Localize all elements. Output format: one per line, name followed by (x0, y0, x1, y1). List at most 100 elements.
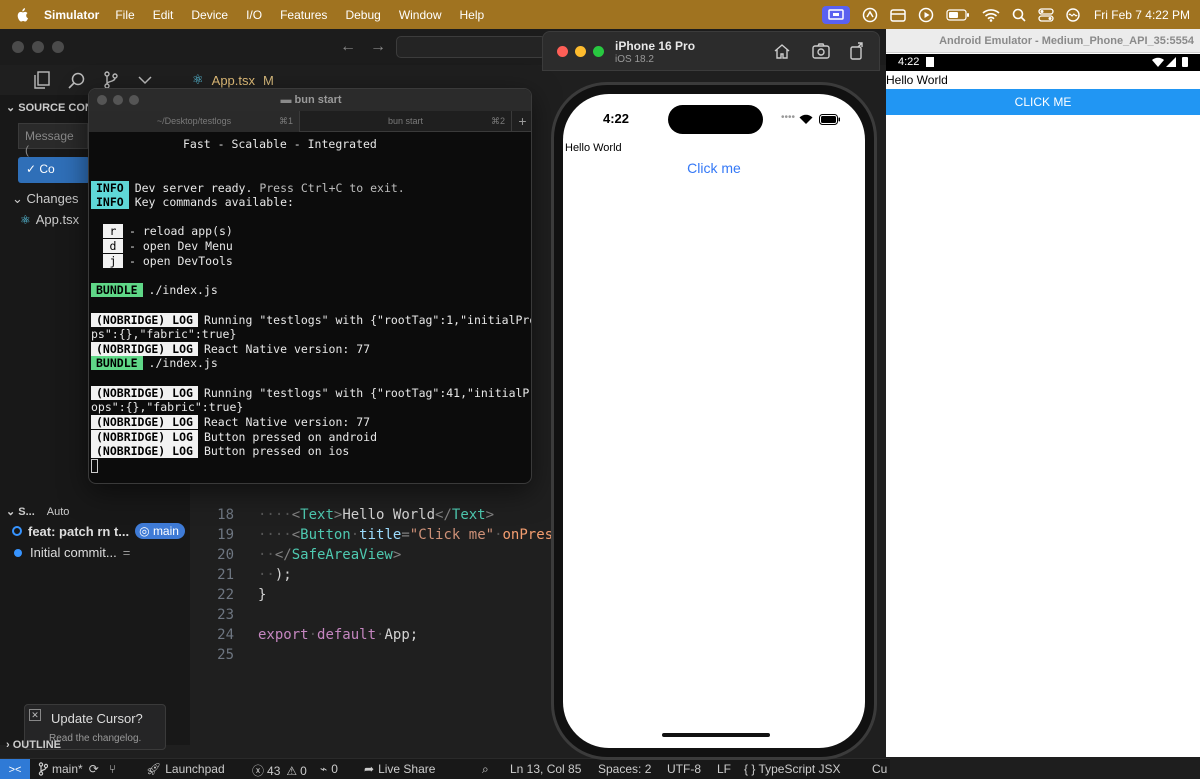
close-window-button[interactable] (557, 46, 568, 57)
commit-row[interactable]: feat: patch rn t... ◎ main (12, 523, 185, 539)
macos-menu-bar: Simulator File Edit Device I/O Features … (0, 0, 1200, 29)
explorer-icon[interactable] (34, 71, 50, 89)
status-problems[interactable]: ⓧ 43 ⚠ 0 (252, 762, 307, 779)
status-extra[interactable]: Cu (872, 762, 887, 776)
zoom-window-button[interactable] (52, 41, 64, 53)
activity-icon[interactable] (862, 7, 878, 23)
status-language-mode[interactable]: { } TypeScript JSX (744, 762, 841, 776)
outline-header[interactable]: › OUTLINE (6, 739, 61, 751)
navigation-arrows: ← → (340, 38, 400, 56)
source-control-graph-header[interactable]: ⌄ S... Auto (6, 505, 69, 518)
commit-message-input[interactable]: Message ( (18, 123, 88, 157)
source-control-icon[interactable] (103, 71, 119, 89)
apple-icon[interactable] (14, 7, 30, 22)
menu-app-simulator[interactable]: Simulator (44, 8, 99, 22)
changed-file-label: App.tsx (35, 212, 80, 227)
close-icon[interactable]: ✕ (29, 709, 41, 721)
menu-window[interactable]: Window (399, 8, 442, 22)
wifi-icon (799, 114, 813, 124)
status-live-share[interactable]: ➦ Live Share (364, 762, 435, 776)
terminal-titlebar: ▬ bun start (89, 89, 531, 111)
graph-auto-toggle[interactable]: Auto (47, 506, 70, 518)
chevron-down-icon: ⌄ (6, 102, 19, 114)
status-encoding[interactable]: UTF-8 (667, 762, 701, 776)
minimize-window-button[interactable] (113, 95, 123, 105)
wifi-icon[interactable] (982, 8, 1000, 22)
log-line: j- open DevTools (91, 254, 233, 268)
zoom-window-button[interactable] (593, 46, 604, 57)
terminal-tab[interactable]: ~/Desktop/testlogs ⌘1 (89, 111, 299, 132)
source-control-header[interactable]: ⌄ SOURCE CON (6, 101, 93, 114)
status-launchpad[interactable]: 🚀︎ Launchpad (146, 762, 225, 776)
log-line: BUNDLE ./index.js (91, 356, 218, 370)
status-eol[interactable]: LF (717, 762, 731, 776)
hello-world-text: Hello World (886, 73, 948, 87)
chevron-down-icon: ⌄ (12, 191, 27, 206)
close-window-button[interactable] (97, 95, 107, 105)
close-window-button[interactable] (12, 41, 24, 53)
forward-arrow-icon[interactable]: → (370, 38, 386, 55)
terminal-window[interactable]: ▬ bun start ~/Desktop/testlogs ⌘1 bun sta… (88, 88, 532, 484)
minimize-window-button[interactable] (32, 41, 44, 53)
commit-message: Initial commit... (30, 545, 117, 560)
code-line: 21 ··); (217, 567, 292, 583)
minimize-window-button[interactable] (575, 46, 586, 57)
warning-icon: ⚠ (286, 763, 298, 778)
battery-icon[interactable] (946, 8, 970, 21)
status-cursor-position[interactable]: Ln 13, Col 85 (510, 762, 581, 776)
sync-icon[interactable]: ⟳ (89, 762, 99, 776)
commit-button[interactable]: ✓ Co (18, 157, 90, 183)
iphone-screen[interactable]: 4:22 •••• Hello World Click me (563, 94, 865, 748)
code-line: 23 (217, 607, 234, 623)
menu-help[interactable]: Help (460, 8, 485, 22)
notification-icon (926, 57, 934, 67)
status-branch[interactable]: main* ⟳ ⑂ (38, 762, 116, 776)
menu-file[interactable]: File (115, 8, 134, 22)
log-line: ps":{},"fabric":true} (91, 327, 237, 341)
menubar-clock[interactable]: Fri Feb 7 4:22 PM (1094, 8, 1190, 22)
menu-device[interactable]: Device (191, 8, 228, 22)
home-indicator[interactable] (662, 733, 770, 737)
notification-title: Update Cursor? (51, 711, 143, 726)
screenshot-icon[interactable] (811, 42, 831, 60)
click-me-button[interactable]: CLICK ME (886, 89, 1200, 115)
play-icon[interactable] (918, 7, 934, 23)
code-line: 18 ···· < Text > Hello World </Text > (217, 507, 495, 523)
control-center-icon[interactable] (1038, 7, 1054, 22)
dynamic-island (668, 105, 763, 134)
screen-sharing-icon[interactable] (821, 5, 850, 24)
menu-io[interactable]: I/O (246, 8, 262, 22)
terminal-output[interactable]: Fast - Scalable - Integrated INFO Dev ser… (89, 133, 531, 483)
terminal-cursor (91, 459, 98, 473)
menu-features[interactable]: Features (280, 8, 327, 22)
search-icon[interactable] (68, 72, 85, 89)
status-bar: >< main* ⟳ ⑂ 🚀︎ Launchpad ⓧ 43 ⚠ 0 ⌁ 0 ➦ Live… (0, 758, 890, 779)
changed-file-item[interactable]: ⚛ App.tsx (20, 212, 79, 227)
rotate-icon[interactable] (849, 42, 865, 60)
new-tab-button[interactable]: + (511, 111, 531, 132)
back-arrow-icon[interactable]: ← (340, 38, 356, 55)
zoom-window-button[interactable] (129, 95, 139, 105)
terminal-tab[interactable]: bun start ⌘2 (299, 111, 511, 132)
home-icon[interactable] (773, 42, 791, 60)
siri-icon[interactable] (1066, 7, 1080, 22)
click-me-button[interactable]: Click me (563, 160, 865, 176)
status-indentation[interactable]: Spaces: 2 (598, 762, 651, 776)
commit-row[interactable]: Initial commit... = (12, 545, 130, 560)
changes-group[interactable]: ⌄ Changes (12, 191, 79, 207)
menu-debug[interactable]: Debug (345, 8, 380, 22)
chevron-down-icon[interactable] (137, 75, 153, 85)
git-graph-icon[interactable]: ⑂ (109, 762, 116, 776)
log-line: (NOBRIDGE) LOG Button pressed on ios (91, 444, 349, 458)
remote-indicator-icon[interactable]: >< (0, 759, 30, 779)
status-ports[interactable]: ⌁ 0 (320, 762, 338, 776)
zoom-icon[interactable]: ⌕ (482, 762, 489, 777)
commit-node-icon (14, 548, 22, 557)
spotlight-search-icon[interactable] (1012, 8, 1026, 22)
changelog-link[interactable]: Read the changelog. (49, 733, 141, 744)
command-center-search[interactable] (396, 36, 546, 58)
menu-edit[interactable]: Edit (153, 8, 174, 22)
react-file-icon: ⚛ (20, 212, 31, 227)
calendar-icon[interactable] (890, 8, 906, 22)
window-controls (12, 41, 72, 53)
